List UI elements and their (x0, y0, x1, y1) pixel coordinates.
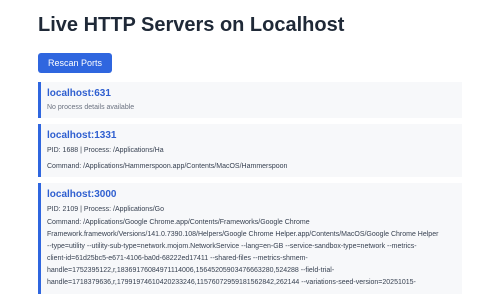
command-line: Command: /Applications/Google Chrome.app… (47, 217, 456, 289)
rescan-ports-button[interactable]: Rescan Ports (38, 53, 113, 73)
server-name[interactable]: localhost:1331 (47, 129, 456, 143)
command-line: Command: /Applications/Hammerspoon.app/C… (47, 163, 288, 170)
command-line-segment: Command: /Applications/Google Chrome.app… (47, 219, 310, 226)
server-card-3000: localhost:3000 PID: 2109 | Process: /App… (38, 183, 462, 294)
server-card-1331: localhost:1331 PID: 1688 | Process: /App… (38, 124, 462, 177)
pid-process-line: PID: 2109 | Process: /Applications/Go (47, 206, 164, 213)
command-line-segment: --type=utility --utility-sub-type=networ… (47, 243, 417, 250)
server-list: localhost:631 No process details availab… (38, 82, 462, 294)
no-details-text: No process details available (47, 104, 135, 111)
server-name[interactable]: localhost:631 (47, 87, 456, 101)
server-name[interactable]: localhost:3000 (47, 188, 456, 202)
page-title: Live HTTP Servers on Localhost (38, 14, 345, 36)
pid-process-line: PID: 1688 | Process: /Applications/Ha (47, 147, 164, 154)
command-line-segment: handle=1718379636,r,17991974610420233246… (47, 279, 416, 286)
page: Live HTTP Servers on Localhost Rescan Po… (0, 0, 500, 294)
command-line-segment: client-id=61d25bc5-e671-4106-ba0d-68222e… (47, 255, 308, 262)
server-card-631: localhost:631 No process details availab… (38, 82, 462, 118)
command-line-segment: handle=1752395122,r,1836917608497111400​… (47, 267, 335, 274)
command-line-segment: Framework.framework/Versions/141.0.7390.… (47, 231, 439, 238)
